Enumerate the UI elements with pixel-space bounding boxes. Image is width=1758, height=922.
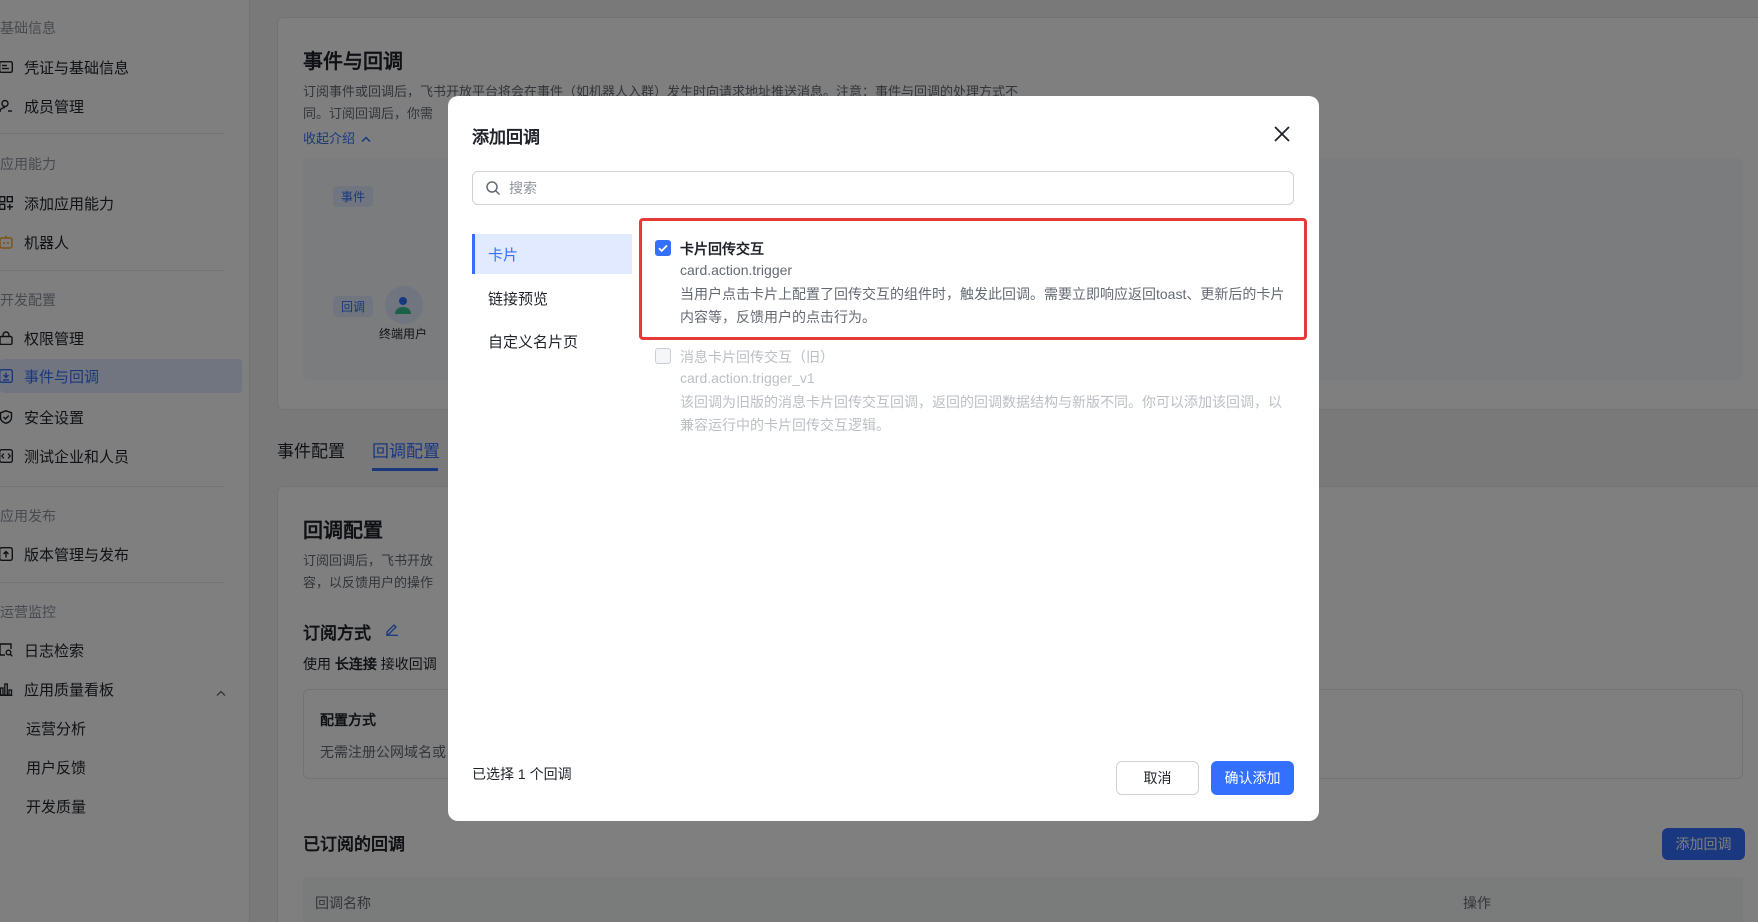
close-icon[interactable] [1270, 122, 1294, 146]
confirm-add-button[interactable]: 确认添加 [1211, 761, 1294, 795]
category-link-preview[interactable]: 链接预览 [472, 278, 632, 318]
option-key: card.action.trigger_v1 [680, 370, 815, 386]
dialog-title: 添加回调 [472, 128, 540, 147]
option-checkbox-card-action-trigger[interactable] [655, 240, 671, 256]
search-icon [485, 180, 501, 196]
add-callback-dialog: 添加回调 卡片 链接预览 自定义名片页 卡片回传交互 card.action.t… [448, 96, 1319, 821]
option-desc: 当用户点击卡片上配置了回传交互的组件时，触发此回调。需要立即响应返回toast、… [680, 286, 1285, 325]
option-checkbox-card-action-trigger-v1[interactable] [655, 348, 671, 364]
search-input[interactable] [509, 180, 1293, 196]
option-title: 卡片回传交互 [680, 241, 764, 257]
option-key: card.action.trigger [680, 262, 793, 278]
option-title: 消息卡片回传交互（旧） [680, 349, 834, 365]
category-card[interactable]: 卡片 [472, 234, 632, 274]
check-icon [658, 244, 668, 253]
selected-count: 已选择 1 个回调 [472, 766, 572, 782]
category-custom-profile[interactable]: 自定义名片页 [472, 321, 632, 361]
option-desc: 该回调为旧版的消息卡片回传交互回调，返回的回调数据结构与新版不同。你可以添加该回… [680, 394, 1282, 433]
search-box [472, 171, 1294, 205]
cancel-button[interactable]: 取消 [1116, 761, 1199, 795]
